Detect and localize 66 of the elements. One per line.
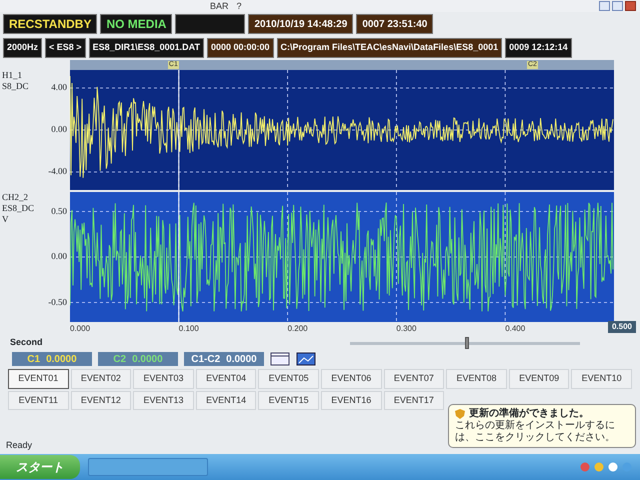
event-button[interactable]: EVENT17 — [384, 390, 444, 410]
axis-tick-label: 4.00 — [51, 82, 67, 93]
event-button[interactable]: EVENT05 — [258, 369, 319, 388]
axis-tick-label: 0.50 — [51, 206, 67, 216]
readout-label: C1-C2 — [191, 352, 220, 366]
axis-tick-label: 0.300 — [396, 323, 416, 335]
readout-value: 0.0000 — [226, 352, 257, 366]
event-button[interactable]: EVENT16 — [320, 390, 382, 410]
channel-label: V — [2, 214, 8, 225]
channel-label: H1_1 — [2, 70, 22, 81]
event-button[interactable]: EVENT03 — [133, 369, 194, 388]
event-button[interactable]: EVENT15 — [258, 390, 319, 410]
minimize-button[interactable] — [599, 1, 610, 11]
taskbar-item[interactable] — [88, 458, 208, 476]
notification-title: 更新の準備ができました。 — [469, 408, 589, 420]
close-button[interactable] — [625, 1, 636, 11]
restore-button[interactable] — [612, 1, 623, 11]
event-button[interactable]: EVENT08 — [446, 369, 507, 388]
info-display: ES8_DIR1\ES8_0001.DAT — [88, 38, 204, 58]
axis-tick-label: 0.00 — [51, 124, 67, 135]
status-display: RECSTANDBY — [3, 14, 98, 34]
axis-tick-label: 0.100 — [178, 323, 199, 335]
time-display: 0007 23:51:40 — [356, 14, 434, 34]
notification-text: これらの更新をインストールするには、ここをクリックしてください。 — [455, 420, 616, 444]
event-button[interactable]: EVENT10 — [571, 369, 632, 388]
event-button[interactable]: EVENT06 — [320, 369, 382, 388]
toolbar-label[interactable]: BAR — [210, 2, 229, 10]
shield-icon — [455, 409, 465, 419]
blank-display — [175, 14, 246, 34]
toolbar-label[interactable]: ? — [236, 2, 242, 10]
event-button[interactable]: EVENT11 — [8, 390, 69, 410]
event-button[interactable]: EVENT12 — [70, 390, 132, 410]
event-button[interactable]: EVENT02 — [70, 369, 132, 388]
axis-tick-label: 0.200 — [288, 323, 308, 335]
axis-tick-label: 0.400 — [505, 323, 526, 335]
status-text: Ready — [6, 439, 32, 452]
readout-value: 0.0000 — [132, 352, 163, 366]
event-button[interactable]: EVENT07 — [384, 369, 444, 388]
window-icon[interactable] — [270, 352, 290, 366]
event-button[interactable]: EVENT04 — [196, 369, 256, 388]
info-display: 2000Hz — [3, 38, 42, 58]
time-display: 2010/10/19 14:48:29 — [248, 14, 354, 34]
axis-tick-label: -4.00 — [48, 166, 67, 177]
axis-title: Second — [10, 336, 43, 350]
readout-label: C1 — [27, 352, 40, 366]
time-display: C:\Program Files\TEAC\esNavi\DataFiles\ES8_0001 — [276, 38, 502, 58]
time-display: 0000 00:00:00 — [206, 38, 274, 58]
readout-value: 0.0000 — [46, 352, 77, 366]
event-button[interactable]: EVENT13 — [133, 390, 194, 410]
slider-thumb[interactable] — [465, 336, 469, 348]
event-button[interactable]: EVENT01 — [8, 369, 69, 388]
notification-tooltip[interactable]: 更新の準備ができました。 これらの更新をインストールするには、ここをクリックしてください。 — [448, 404, 636, 448]
readout-label: C2 — [113, 352, 126, 366]
picture-icon[interactable] — [296, 352, 316, 366]
axis-tick-label: 0.00 — [51, 251, 67, 262]
media-display: NO MEDIA — [100, 14, 172, 34]
channel-label: ES8_DC — [2, 203, 34, 214]
axis-tick-label: -0.50 — [48, 296, 67, 308]
axis-end-value: 0.500 — [608, 321, 636, 333]
channel-label: CH2_2 — [2, 192, 28, 203]
axis-tick-label: 0.000 — [70, 323, 90, 335]
info-display: < ES8 > — [45, 38, 86, 58]
info-display: 0009 12:12:14 — [505, 38, 572, 58]
channel-label: S8_DC — [2, 81, 29, 92]
event-button[interactable]: EVENT14 — [196, 390, 256, 410]
event-button[interactable]: EVENT09 — [508, 369, 570, 388]
